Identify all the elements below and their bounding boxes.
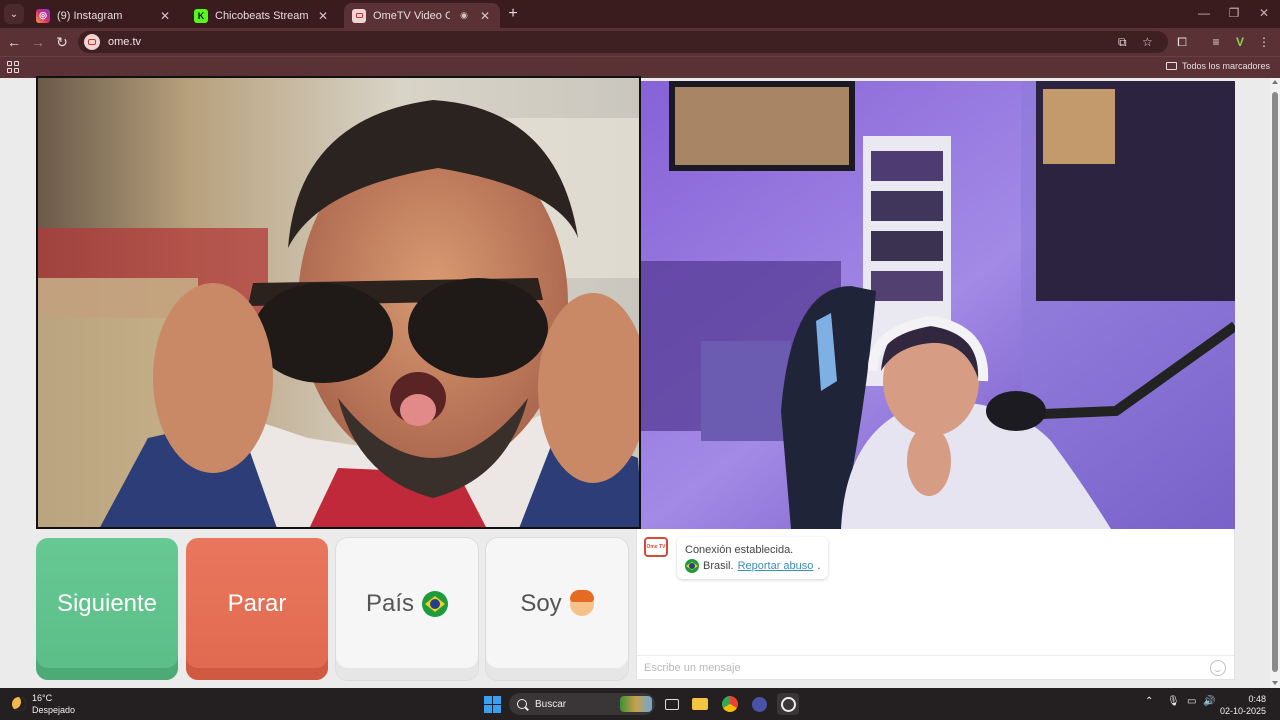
close-icon[interactable]: ✕ bbox=[158, 9, 172, 23]
profile-icon[interactable]: V bbox=[1230, 32, 1250, 52]
tab-chicobeats[interactable]: K Chicobeats Stream - Watch Live ✕ bbox=[186, 3, 338, 28]
emoji-smile-icon[interactable] bbox=[1210, 660, 1226, 676]
cast-icon[interactable]: ⧉ bbox=[1118, 31, 1127, 53]
boy-emoji-icon bbox=[569, 590, 594, 616]
next-button[interactable]: Siguiente bbox=[36, 538, 178, 680]
gender-button-label: Soy bbox=[520, 590, 562, 617]
forward-arrow-icon[interactable]: → bbox=[28, 32, 48, 52]
kick-icon: K bbox=[194, 8, 208, 23]
search-label: Buscar bbox=[535, 698, 567, 710]
search-highlight-image bbox=[620, 696, 652, 712]
page-scrollbar[interactable] bbox=[1270, 78, 1280, 688]
bookmark-star-icon[interactable]: ☆ bbox=[1142, 31, 1153, 53]
volume-icon[interactable]: 🔊 bbox=[1203, 696, 1215, 707]
start-button[interactable] bbox=[481, 693, 503, 715]
chevron-down-icon: ⌄ bbox=[9, 8, 19, 20]
chat-input-bar bbox=[637, 655, 1234, 679]
report-suffix: . bbox=[817, 560, 821, 572]
all-bookmarks-label: Todos los marcadores bbox=[1181, 61, 1270, 71]
media-controls-icon[interactable]: ≡ bbox=[1206, 32, 1226, 52]
browser-toolbar: ← → ↻ ome.tv ⧉ ☆ ⧠ ≡ V ⋮ bbox=[0, 28, 1280, 56]
extensions-icon[interactable]: ⧠ bbox=[1172, 32, 1192, 52]
network-icon[interactable]: ▭ bbox=[1187, 696, 1196, 707]
system-message: Conexión establecida. Brasil. Reportar a… bbox=[677, 537, 829, 579]
tab-instagram[interactable]: ◎ (9) Instagram ✕ bbox=[28, 3, 180, 28]
site-info-icon[interactable] bbox=[84, 34, 100, 50]
obs-icon[interactable] bbox=[777, 693, 799, 715]
task-view-icon[interactable] bbox=[661, 693, 683, 715]
country-button[interactable]: País bbox=[336, 538, 478, 680]
tab-title: OmeTV Video Chat — OmeTV bbox=[373, 9, 450, 22]
close-icon[interactable]: ✕ bbox=[316, 9, 330, 23]
back-arrow-icon[interactable]: ← bbox=[4, 32, 24, 52]
tab-strip: ⌄ ◎ (9) Instagram ✕ K Chicobeats Stream … bbox=[0, 0, 1280, 28]
ometv-icon bbox=[352, 8, 366, 23]
microphone-icon[interactable]: 🎙 bbox=[1167, 696, 1180, 707]
tab-title: Chicobeats Stream - Watch Live bbox=[215, 9, 309, 22]
stranger-video bbox=[36, 76, 641, 529]
chat-panel: Ome TV Conexión establecida. Brasil. Rep… bbox=[636, 529, 1235, 680]
apps-grid-icon[interactable] bbox=[7, 61, 19, 73]
system-clock[interactable]: 0:48 02-10-2025 bbox=[1220, 693, 1266, 717]
close-window-icon[interactable]: ✕ bbox=[1254, 6, 1274, 20]
recording-icon: ◉ bbox=[460, 10, 468, 20]
minimize-icon[interactable]: — bbox=[1194, 6, 1214, 20]
stop-button[interactable]: Parar bbox=[186, 538, 328, 680]
new-tab-button[interactable]: + bbox=[503, 4, 523, 24]
address-bar[interactable]: ome.tv ⧉ ☆ bbox=[78, 31, 1168, 53]
clock-time: 0:48 bbox=[1248, 694, 1266, 704]
stop-button-label: Parar bbox=[227, 590, 287, 617]
gender-button[interactable]: Soy bbox=[486, 538, 628, 680]
url-text: ome.tv bbox=[108, 36, 142, 48]
weather-description: Despejado bbox=[32, 705, 76, 715]
taskbar-search[interactable]: Buscar bbox=[509, 693, 655, 715]
next-button-label: Siguiente bbox=[56, 590, 158, 617]
chrome-icon[interactable] bbox=[719, 693, 741, 715]
app-icon[interactable] bbox=[748, 693, 770, 715]
connection-status: Conexión establecida. bbox=[685, 544, 794, 556]
scroll-up-arrow-icon[interactable] bbox=[1272, 80, 1278, 84]
partner-country: Brasil. bbox=[703, 560, 734, 572]
search-icon bbox=[517, 699, 527, 709]
all-bookmarks-button[interactable]: Todos los marcadores bbox=[1165, 61, 1270, 71]
instagram-icon: ◎ bbox=[36, 8, 50, 23]
more-menu-icon[interactable]: ⋮ bbox=[1254, 32, 1274, 52]
restore-icon[interactable]: ❐ bbox=[1224, 6, 1244, 20]
clock-date: 02-10-2025 bbox=[1219, 706, 1266, 716]
scroll-down-arrow-icon[interactable] bbox=[1272, 681, 1278, 685]
tab-title: (9) Instagram bbox=[57, 9, 123, 22]
tab-search-button[interactable]: ⌄ bbox=[4, 4, 24, 24]
ometv-logo: Ome TV bbox=[644, 537, 668, 557]
tab-ometv[interactable]: OmeTV Video Chat — OmeTV ◉ ✕ bbox=[344, 3, 500, 28]
self-video bbox=[641, 81, 1235, 529]
moon-icon bbox=[12, 697, 26, 711]
weather-temperature: 16°C bbox=[32, 693, 53, 703]
windows-logo-icon bbox=[483, 695, 501, 713]
message-input[interactable] bbox=[637, 661, 1197, 674]
brazil-flag-icon bbox=[422, 591, 449, 617]
file-explorer-icon[interactable] bbox=[689, 693, 711, 715]
country-button-label: País bbox=[365, 590, 415, 617]
folder-icon bbox=[1165, 62, 1177, 70]
bookmarks-bar: Todos los marcadores bbox=[0, 56, 1280, 78]
close-icon[interactable]: ✕ bbox=[478, 9, 492, 23]
brazil-flag-icon bbox=[685, 559, 699, 573]
chevron-up-icon[interactable]: ⌃ bbox=[1145, 696, 1153, 707]
taskbar: 16°C Despejado Buscar ⌃ 🎙 ▭ 🔊 0:48 02-10… bbox=[0, 688, 1280, 720]
reload-icon[interactable]: ↻ bbox=[52, 32, 72, 52]
report-abuse-link[interactable]: Reportar abuso bbox=[738, 558, 814, 574]
scrollbar-thumb[interactable] bbox=[1272, 92, 1278, 672]
weather-widget[interactable]: 16°C Despejado bbox=[12, 692, 75, 716]
